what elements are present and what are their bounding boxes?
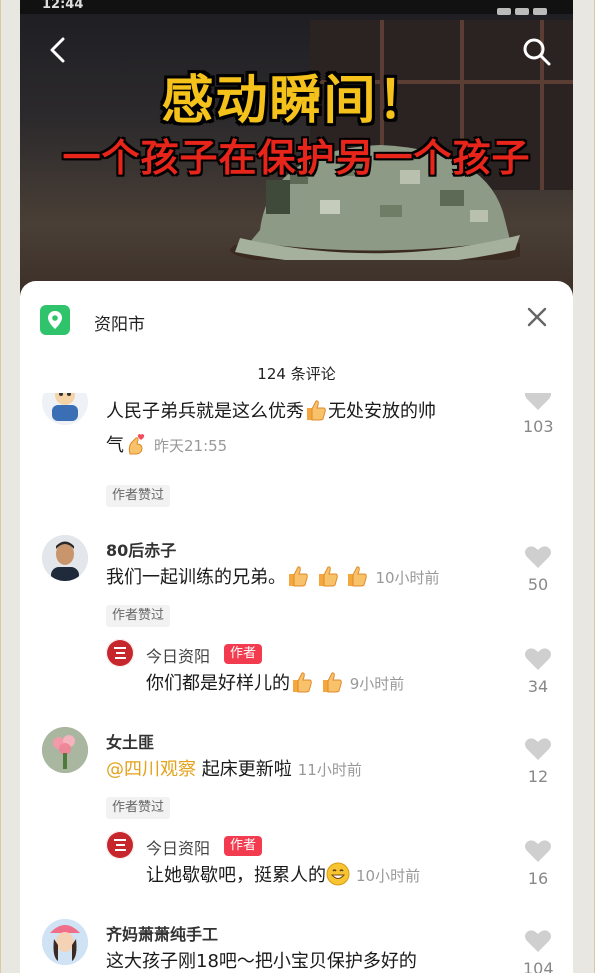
thumbs-up-emoji [304,398,328,422]
comment-username[interactable]: 80后赤子 [106,537,176,561]
location-label: 资阳市 [94,315,145,335]
back-button[interactable] [40,32,76,68]
reply-text: 你们都是好样儿的 9小时前 [146,667,506,701]
thumbs-up-emoji [320,670,344,694]
like-count: 103 [523,417,554,436]
heart-icon [525,738,551,760]
like-button[interactable]: 50 [523,545,553,594]
like-button[interactable]: 12 [523,737,553,786]
heart-icon [525,393,551,410]
like-button[interactable]: 16 [523,839,553,888]
mention-link[interactable]: @四川观察 [106,759,196,780]
video-headline-2: 一个孩子在保护另一个孩子 [62,136,531,180]
comment-item: 齐妈萧萧纯手工 这大孩子刚18吧～把小宝贝保护多好的 104 [20,905,573,973]
author-liked-tag: 作者赞过 [106,605,171,627]
comment-text: 这大孩子刚18吧～把小宝贝保护多好的 [106,951,417,972]
thumbs-up-emoji [286,564,310,588]
finger-heart-emoji [124,432,148,456]
reply-time: 9小时前 [349,675,405,693]
close-icon [527,307,547,327]
comment-username[interactable]: 齐妈萧萧纯手工 [106,921,218,945]
video-headline-1: 感动瞬间！ [161,71,432,131]
comment-item: 80后赤子 我们一起训练的兄弟。 10小时前 作者赞过 50 今日资阳 作者 你… [20,521,573,711]
back-arrow-icon [50,37,65,63]
comment-text: @四川观察 起床更新啦 11小时前 [106,759,362,780]
comment-text: 我们一起训练的兄弟。 10小时前 [106,561,526,595]
comment-list[interactable]: 人民子弟兵就是这么优秀 无处安放的帅 气昨天21:55 作者赞过 103 80后… [20,393,573,973]
close-button[interactable] [523,303,551,331]
thumbs-up-emoji [345,564,369,588]
comment-count: 124 条评论 [257,365,336,383]
author-liked-tag: 作者赞过 [106,797,171,819]
reply-time: 10小时前 [356,867,421,885]
avatar[interactable] [42,727,88,773]
grin-emoji [326,862,350,886]
search-icon [523,38,551,66]
like-count: 34 [527,677,549,696]
author-badge: 作者 [224,836,263,856]
comment-time: 昨天21:55 [154,437,228,455]
reply-username[interactable]: 今日资阳 [146,835,210,859]
heart-icon [525,930,551,952]
status-icons [493,0,553,15]
comment-time: 10小时前 [375,569,440,587]
like-count: 12 [527,767,549,786]
reply-text: 让她歇歇吧，挺累人的 10小时前 [146,859,506,893]
avatar[interactable] [42,919,88,965]
reply-username[interactable]: 今日资阳 [146,643,210,667]
thumbs-up-emoji [290,670,314,694]
search-button[interactable] [519,34,555,70]
app-frame: 12:44 感动瞬间！ 一个孩子在保护另一个孩子 资阳市 124 条评论 人民子… [20,0,573,973]
heart-icon [525,648,551,670]
like-button[interactable]: 103 [523,393,554,436]
comment-item: 女土匪 @四川观察 起床更新啦 11小时前 作者赞过 12 今日资阳 作者 让她歇… [20,713,573,903]
comment-time: 11小时前 [297,761,362,779]
location-row[interactable]: 资阳市 [20,281,573,361]
author-avatar[interactable] [106,639,134,667]
status-time: 12:44 [42,0,84,12]
like-count: 16 [527,869,549,888]
comment-item: 人民子弟兵就是这么优秀 无处安放的帅 气昨天21:55 作者赞过 103 [20,393,573,511]
comment-username[interactable]: 女土匪 [106,729,154,753]
comment-text: 人民子弟兵就是这么优秀 无处安放的帅 气昨天21:55 [106,395,506,463]
like-button[interactable]: 104 [523,929,554,973]
video-player[interactable]: 12:44 感动瞬间！ 一个孩子在保护另一个孩子 [20,0,573,300]
heart-icon [525,840,551,862]
author-badge: 作者 [224,644,263,664]
avatar[interactable] [42,535,88,581]
avatar[interactable] [42,393,88,425]
author-liked-tag: 作者赞过 [106,485,171,507]
author-avatar[interactable] [106,831,134,859]
like-count: 50 [527,575,549,594]
like-button[interactable]: 34 [523,647,553,696]
thumbs-up-emoji [316,564,340,588]
location-pin-icon [40,305,70,335]
heart-icon [525,546,551,568]
status-bar: 12:44 [20,0,573,15]
comment-sheet: 资阳市 124 条评论 人民子弟兵就是这么优秀 无处安放的帅 气 昨天21:55… [20,281,573,973]
like-count: 104 [523,959,554,973]
